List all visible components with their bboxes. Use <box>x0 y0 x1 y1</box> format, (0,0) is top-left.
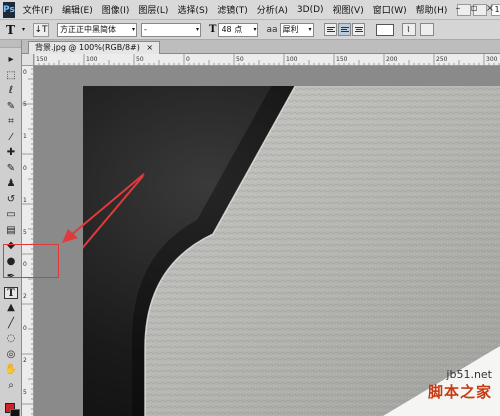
ruler-v-label: 0 <box>23 69 27 76</box>
menu-edit[interactable]: 编辑(E) <box>62 3 93 16</box>
tool-preset-arrow-icon[interactable]: ▾ <box>22 26 25 33</box>
ruler-v-label: 5 <box>23 229 27 236</box>
font-family-select[interactable]: 方正正中黑简体 ▾ <box>57 22 138 37</box>
background-color-swatch[interactable] <box>10 409 20 416</box>
ruler-v-label: 1 <box>23 133 27 140</box>
vertical-ruler-ticks: 05101502025 <box>22 54 33 415</box>
align-right-icon[interactable] <box>351 23 365 36</box>
chevron-down-icon: ▾ <box>253 25 257 33</box>
brush-tool-icon[interactable]: ✎ <box>4 163 18 175</box>
menu-bar: Ps 文件(F) 编辑(E) 图像(I) 图层(L) 选择(S) 滤镜(T) 分… <box>0 0 500 20</box>
ruler-h-label: 100 <box>86 56 98 63</box>
ruler-h-label: 100 <box>286 56 298 63</box>
ruler-h-label: 150 <box>336 56 348 63</box>
paper-card-image <box>83 86 500 416</box>
photoshop-logo: Ps <box>3 1 15 18</box>
character-panel-icon[interactable] <box>419 23 434 36</box>
annotation-highlight-box <box>3 244 59 278</box>
align-left-icon[interactable] <box>323 23 337 36</box>
horizontal-ruler-ticks: 15010050050100150200250300350400 <box>34 54 500 65</box>
healing-tool-icon[interactable]: ✚ <box>4 147 18 159</box>
ruler-v-label: 2 <box>23 357 27 364</box>
document-tab-title: 背景.jpg @ 100%(RGB/8#) <box>35 43 140 52</box>
text-color-swatch[interactable] <box>375 23 394 36</box>
chevron-down-icon: ▾ <box>308 25 312 33</box>
marquee-tool-icon[interactable]: ⬚ <box>4 70 18 82</box>
antialias-icon: aa <box>266 24 278 35</box>
move-tool-icon[interactable]: ▸ <box>4 54 18 66</box>
type-tool-icon[interactable]: T <box>4 286 18 299</box>
menu-filter[interactable]: 滤镜(T) <box>217 3 248 16</box>
menu-window[interactable]: 窗口(W) <box>373 3 407 16</box>
ruler-h-label: 0 <box>186 56 190 63</box>
canvas-area[interactable] <box>34 66 500 416</box>
horizontal-ruler[interactable]: 15010050050100150200250300350400 <box>34 54 500 66</box>
watermark: jb51.net 脚本之家 <box>428 368 492 402</box>
ruler-h-label: 50 <box>136 56 144 63</box>
vertical-ruler[interactable]: 05101502025 <box>22 54 34 416</box>
menu-analysis[interactable]: 分析(A) <box>257 3 288 16</box>
menu-help[interactable]: 帮助(H) <box>416 3 448 16</box>
gradient-tool-icon[interactable]: ▤ <box>4 225 18 237</box>
zoom-tool-icon[interactable]: ⌕ <box>4 380 18 392</box>
close-icon[interactable]: × <box>484 3 496 14</box>
3d-orbit-tool-icon[interactable]: ◎ <box>4 349 18 361</box>
menu-3d[interactable]: 3D(D) <box>297 5 324 15</box>
document-image[interactable] <box>83 86 500 416</box>
ruler-v-label: 5 <box>23 101 27 108</box>
antialias-select[interactable]: 犀利 ▾ <box>279 22 314 37</box>
ruler-v-label: 1 <box>23 197 27 204</box>
ruler-h-label: 50 <box>236 56 244 63</box>
menu-file[interactable]: 文件(F) <box>23 3 53 16</box>
warp-text-icon[interactable]: ⌇ <box>401 23 416 36</box>
ruler-v-label: 0 <box>23 165 27 172</box>
eraser-tool-icon[interactable]: ▭ <box>4 209 18 221</box>
eyedropper-tool-icon[interactable]: ⁄ <box>4 132 18 144</box>
ruler-h-label: 150 <box>36 56 48 63</box>
restore-icon[interactable]: ▫ <box>468 3 480 14</box>
hand-tool-icon[interactable]: ✋ <box>4 364 18 376</box>
font-style-select[interactable]: - ▾ <box>141 22 202 37</box>
quick-select-tool-icon[interactable]: ✎ <box>4 101 18 113</box>
ruler-v-label: 5 <box>23 389 27 396</box>
chevron-down-icon: ▾ <box>196 25 200 33</box>
menu-image[interactable]: 图像(I) <box>102 3 130 16</box>
ruler-h-label: 200 <box>386 56 398 63</box>
toolbox: ▸ ⬚ ℓ ✎ ⌗ ⁄ ✚ ✎ ♟ ↺ ▭ ▤ ◆ ● ✒ T ▲ ╱ ◌ ◎ ✋ ⌕ <box>0 40 22 416</box>
ruler-origin[interactable] <box>22 54 34 66</box>
tab-close-icon[interactable]: × <box>146 43 153 52</box>
lasso-tool-icon[interactable]: ℓ <box>4 85 18 97</box>
document-tab-bar: 背景.jpg @ 100%(RGB/8#) × <box>22 40 500 54</box>
align-center-icon[interactable] <box>337 23 351 36</box>
3d-rotate-tool-icon[interactable]: ◌ <box>4 333 18 345</box>
ruler-h-label: 250 <box>436 56 448 63</box>
menu-select[interactable]: 选择(S) <box>177 3 208 16</box>
menu-layer[interactable]: 图层(L) <box>138 3 168 16</box>
chevron-down-icon: ▾ <box>132 25 136 33</box>
font-size-select[interactable]: 48 点 ▾ <box>218 22 259 37</box>
text-align-group <box>323 23 366 36</box>
watermark-title: 脚本之家 <box>427 383 492 401</box>
font-style-value: - <box>144 24 147 34</box>
minimize-icon[interactable]: – <box>452 3 464 14</box>
document-tab[interactable]: 背景.jpg @ 100%(RGB/8#) × <box>28 41 161 54</box>
text-orientation-icon[interactable]: ↓T <box>33 22 50 37</box>
history-brush-tool-icon[interactable]: ↺ <box>4 194 18 206</box>
toolbox-grip[interactable] <box>0 40 21 48</box>
tool-preset-icon[interactable]: T <box>6 23 20 37</box>
font-size-value: 48 点 <box>221 24 243 34</box>
font-family-value: 方正正中黑简体 <box>60 24 117 34</box>
clone-stamp-tool-icon[interactable]: ♟ <box>4 178 18 190</box>
ruler-v-label: 2 <box>23 293 27 300</box>
shape-tool-icon[interactable]: ╱ <box>4 318 18 330</box>
options-bar: T ▾ ↓T 方正正中黑简体 ▾ - ▾ T 48 点 ▾ aa 犀利 ▾ ⌇ <box>0 20 500 40</box>
path-select-tool-icon[interactable]: ▲ <box>4 302 18 314</box>
ruler-v-label: 0 <box>23 325 27 332</box>
crop-tool-icon[interactable]: ⌗ <box>4 116 18 128</box>
ruler-h-label: 300 <box>486 56 498 63</box>
font-size-icon: T <box>209 24 217 35</box>
antialias-value: 犀利 <box>282 24 299 34</box>
menu-view[interactable]: 视图(V) <box>333 3 364 16</box>
watermark-domain: jb51.net <box>446 368 492 381</box>
